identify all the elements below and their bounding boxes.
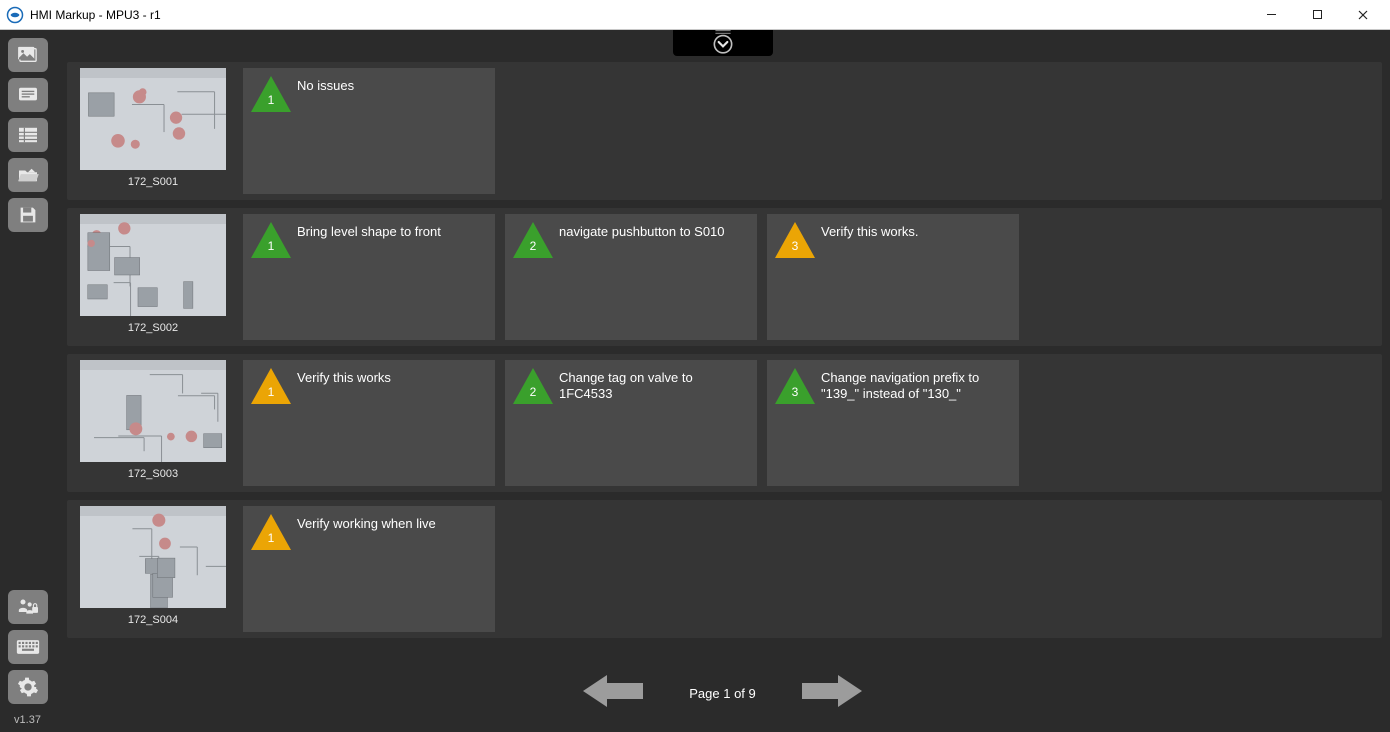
pictures-button[interactable] [8, 38, 48, 72]
note-text: Verify this works. [821, 224, 1007, 240]
screen-name-label: 172_S004 [128, 612, 178, 628]
keyboard-button[interactable] [8, 630, 48, 664]
screen-row: 172_S0021Bring level shape to front2navi… [67, 208, 1382, 346]
markup-note[interactable]: 2navigate pushbutton to S010 [505, 214, 757, 340]
markup-note[interactable]: 1No issues [243, 68, 495, 194]
minimize-button[interactable] [1248, 1, 1294, 29]
screen-thumbnail[interactable] [80, 214, 226, 316]
screen-name-label: 172_S002 [128, 320, 178, 336]
ok-triangle-icon: 2 [511, 220, 555, 260]
note-number: 3 [773, 366, 817, 406]
next-page-button[interactable] [796, 671, 868, 716]
thumbnail-column: 172_S002 [73, 214, 233, 340]
screen-row: 172_S001 1No issues [67, 62, 1382, 200]
thumbnail-column: 172_S003 [73, 360, 233, 486]
screen-name-label: 172_S003 [128, 466, 178, 482]
note-text: Bring level shape to front [297, 224, 483, 240]
ok-triangle-icon: 1 [249, 220, 293, 260]
ok-triangle-icon: 2 [511, 366, 555, 406]
screen-row: 172_S0031Verify this works2Change tag on… [67, 354, 1382, 492]
note-text: Change tag on valve to 1FC4533 [559, 370, 745, 403]
app-icon [6, 6, 24, 24]
titlebar: HMI Markup - MPU3 - r1 [0, 0, 1390, 30]
save-button[interactable] [8, 198, 48, 232]
screen-thumbnail[interactable] [80, 506, 226, 608]
markup-note[interactable]: 1Verify this works [243, 360, 495, 486]
chevron-down-icon [710, 29, 736, 55]
version-label: v1.37 [14, 710, 41, 732]
warning-triangle-icon: 1 [249, 366, 293, 406]
note-number: 1 [249, 366, 293, 406]
note-text: Change navigation prefix to "139_" inste… [821, 370, 1007, 403]
note-text: Verify this works [297, 370, 483, 386]
table-button[interactable] [8, 118, 48, 152]
markup-note[interactable]: 2Change tag on valve to 1FC4533 [505, 360, 757, 486]
note-text: Verify working when live [297, 516, 483, 532]
note-number: 2 [511, 220, 555, 260]
screen-thumbnail[interactable] [80, 68, 226, 170]
thumbnail-column: 172_S001 [73, 68, 233, 194]
note-number: 3 [773, 220, 817, 260]
warning-triangle-icon: 3 [773, 220, 817, 260]
drawer-pull[interactable] [55, 30, 1390, 62]
screen-thumbnail[interactable] [80, 360, 226, 462]
note-text: No issues [297, 78, 483, 94]
ok-triangle-icon: 1 [249, 74, 293, 114]
maximize-button[interactable] [1294, 1, 1340, 29]
settings-button[interactable] [8, 670, 48, 704]
screen-row: 172_S004 1Verify working when live [67, 500, 1382, 638]
prev-page-button[interactable] [577, 671, 649, 716]
thumbnail-column: 172_S004 [73, 506, 233, 632]
notes-button[interactable] [8, 78, 48, 112]
note-text: navigate pushbutton to S010 [559, 224, 745, 240]
user-lock-button[interactable] [8, 590, 48, 624]
note-number: 1 [249, 220, 293, 260]
screen-name-label: 172_S001 [128, 174, 178, 190]
note-number: 2 [511, 366, 555, 406]
main-area: 172_S0011No issues172_S0021Bring level s… [55, 30, 1390, 732]
note-number: 1 [249, 512, 293, 552]
pager: Page 1 of 9 [55, 654, 1390, 732]
close-button[interactable] [1340, 1, 1386, 29]
markup-note[interactable]: 1Bring level shape to front [243, 214, 495, 340]
markup-note[interactable]: 3Change navigation prefix to "139_" inst… [767, 360, 1019, 486]
note-number: 1 [249, 74, 293, 114]
page-indicator: Page 1 of 9 [689, 686, 756, 701]
sidebar: v1.37 [0, 30, 55, 732]
markup-note[interactable]: 1Verify working when live [243, 506, 495, 632]
open-folder-button[interactable] [8, 158, 48, 192]
markup-note[interactable]: 3Verify this works. [767, 214, 1019, 340]
window-title: HMI Markup - MPU3 - r1 [30, 8, 1248, 22]
ok-triangle-icon: 3 [773, 366, 817, 406]
warning-triangle-icon: 1 [249, 512, 293, 552]
